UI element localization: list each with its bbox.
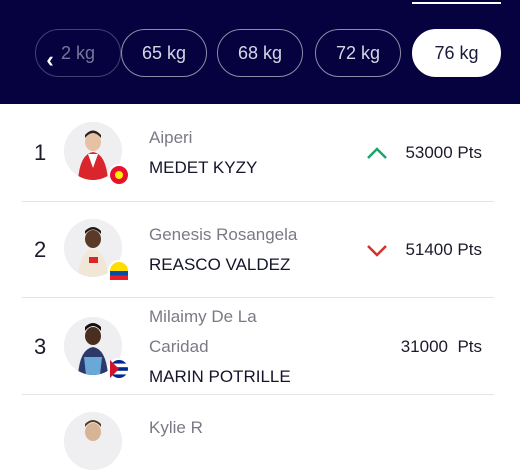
athlete-points: 31000 Pts	[400, 337, 482, 356]
trend-up-icon	[367, 147, 387, 159]
athlete-first-name-line2: Caridad	[149, 337, 209, 356]
ranking-row[interactable]: 2 Genesis Rosangela REASCO VALDEZ 51400 …	[22, 201, 494, 298]
rank-number: 3	[34, 334, 47, 359]
category-pill-65kg[interactable]: 65 kg	[121, 29, 207, 77]
rank-number: 1	[34, 140, 47, 165]
athlete-first-name: Kylie R	[149, 418, 203, 437]
athlete-first-name-line1: Milaimy De La	[149, 307, 257, 326]
category-label: 76 kg	[434, 42, 479, 63]
athlete-points: 51400 Pts	[405, 240, 482, 259]
category-pill-68kg[interactable]: 68 kg	[217, 29, 303, 77]
category-pill-76kg[interactable]: 76 kg	[412, 29, 501, 77]
athlete-avatar	[64, 412, 122, 470]
trend-down-icon	[367, 245, 387, 257]
rank-number: 2	[34, 237, 47, 262]
athlete-last-name: MEDET KYZY	[149, 158, 258, 177]
weight-category-header: ‹ 2 kg 65 kg 68 kg 72 kg 76 kg	[0, 0, 520, 104]
athlete-first-name: Genesis Rosangela	[149, 225, 298, 244]
ecuador-flag-icon	[108, 260, 130, 282]
cuba-flag-icon	[108, 358, 130, 380]
category-pill-72kg[interactable]: 72 kg	[315, 29, 401, 77]
ranking-row[interactable]: Kylie R	[22, 394, 494, 470]
athlete-points: 53000 Pts	[405, 143, 482, 162]
ranking-row[interactable]: 1 Aiperi MEDET KYZY 53000 Pts	[22, 104, 494, 202]
category-pill-partial[interactable]: 2 kg	[35, 29, 121, 77]
category-label: 2 kg	[60, 42, 96, 63]
athlete-last-name: MARIN POTRILLE	[149, 367, 291, 386]
athlete-first-name: Aiperi	[149, 128, 193, 147]
active-tab-indicator	[412, 2, 501, 4]
ranking-row[interactable]: 3 Milaimy De La Caridad MARIN POTRILLE 3…	[22, 297, 494, 395]
kyrgyzstan-flag-icon	[108, 164, 130, 186]
category-label: 72 kg	[335, 42, 381, 63]
athlete-last-name: REASCO VALDEZ	[149, 255, 291, 274]
category-label: 65 kg	[141, 42, 187, 63]
category-label: 68 kg	[237, 42, 283, 63]
